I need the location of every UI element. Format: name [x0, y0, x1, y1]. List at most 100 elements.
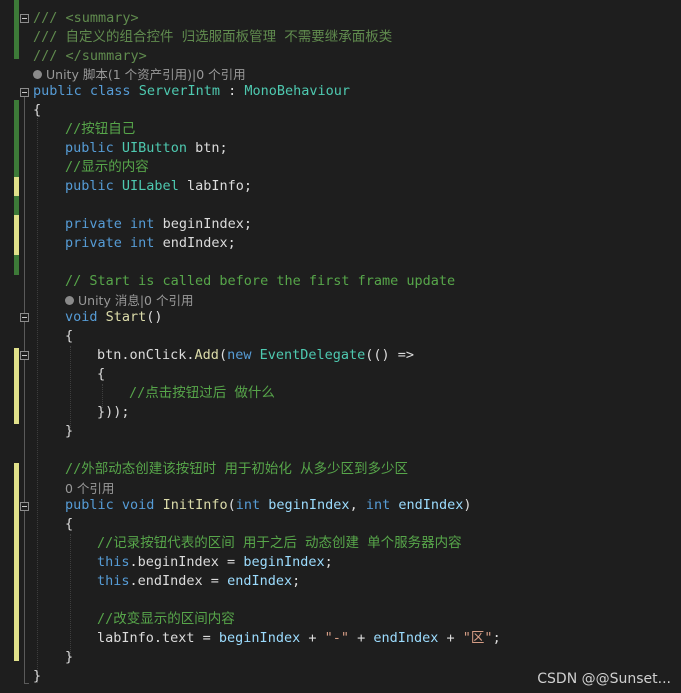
- parameter: beginIndex: [218, 630, 301, 646]
- keyword: int: [235, 497, 261, 513]
- keyword: void: [121, 497, 155, 513]
- code-line[interactable]: /// <summary>: [33, 9, 139, 28]
- brace: {: [65, 516, 74, 532]
- keyword: class: [89, 83, 131, 99]
- code-line[interactable]: public UILabel labInfo;: [65, 177, 252, 196]
- code-line[interactable]: {: [97, 365, 105, 384]
- doc-comment: /// </summary>: [33, 48, 147, 64]
- type-name: UIButton: [121, 140, 187, 156]
- code-line[interactable]: public void InitInfo(int beginIndex, int…: [65, 496, 472, 515]
- keyword: private: [65, 216, 122, 232]
- code-line[interactable]: //显示的内容: [65, 158, 149, 177]
- comment: //记录按钮代表的区间 用于之后 动态创建 单个服务器内容: [97, 535, 462, 551]
- change-bar: [14, 348, 19, 424]
- punctuation: ;: [492, 630, 501, 646]
- code-line[interactable]: }: [65, 422, 73, 441]
- punctuation: ): [463, 497, 472, 513]
- identifier: btn;: [186, 140, 228, 156]
- operator: +: [348, 630, 374, 646]
- method-name: Add: [194, 347, 219, 363]
- code-line[interactable]: public class ServerIntm : MonoBehaviour: [33, 82, 350, 101]
- keyword: public: [65, 140, 114, 156]
- identifier: .endIndex =: [129, 573, 228, 589]
- code-line[interactable]: // Start is called before the first fram…: [65, 272, 455, 291]
- keyword: this: [97, 554, 130, 570]
- fold-toggle[interactable]: [20, 502, 29, 511]
- string: "区": [462, 630, 493, 646]
- keyword: private: [65, 235, 122, 251]
- comment: //按钮自己: [65, 121, 136, 137]
- change-bar: [14, 215, 19, 255]
- unity-icon: [33, 70, 42, 79]
- code-line[interactable]: }));: [97, 403, 130, 422]
- change-bar: [14, 177, 19, 196]
- code-line[interactable]: this.endIndex = endIndex;: [97, 572, 300, 591]
- codelens-text[interactable]: 0 个引用: [65, 481, 114, 496]
- punctuation: :: [219, 83, 245, 99]
- code-line[interactable]: //外部动态创建该按钮时 用于初始化 从多少区到多少区: [65, 460, 408, 479]
- type-name: int: [130, 235, 155, 251]
- code-line[interactable]: btn.onClick.Add(new EventDelegate(() =>: [97, 346, 414, 365]
- comment: //改变显示的区间内容: [97, 611, 235, 627]
- identifier: endIndex;: [154, 235, 236, 251]
- keyword: new: [227, 347, 252, 363]
- type-name: EventDelegate: [259, 347, 366, 363]
- code-line[interactable]: }: [33, 667, 41, 686]
- doc-comment: /// <summary>: [33, 10, 139, 26]
- code-line[interactable]: }: [65, 648, 73, 667]
- brace: {: [65, 328, 74, 344]
- change-bar: [14, 463, 19, 661]
- code-line[interactable]: labInfo.text = beginIndex + "-" + endInd…: [97, 629, 501, 648]
- keyword: void: [65, 309, 98, 325]
- code-line[interactable]: //按钮自己: [65, 120, 135, 139]
- keyword: public: [33, 83, 82, 99]
- change-bar: [14, 0, 19, 59]
- doc-comment: /// 自定义的组合控件 归选服面板管理 不需要继承面板类: [33, 29, 393, 45]
- fold-toggle[interactable]: [20, 313, 29, 322]
- parameter: endIndex: [373, 630, 439, 646]
- code-line[interactable]: {: [65, 515, 73, 534]
- code-line[interactable]: //记录按钮代表的区间 用于之后 动态创建 单个服务器内容: [97, 534, 462, 553]
- fold-toggle[interactable]: [20, 351, 29, 360]
- method-name: Start: [105, 309, 147, 325]
- code-line[interactable]: {: [65, 327, 73, 346]
- brace: }));: [97, 404, 130, 420]
- code-line[interactable]: private int endIndex;: [65, 234, 236, 253]
- code-line[interactable]: {: [33, 101, 41, 120]
- code-line[interactable]: this.beginIndex = beginIndex;: [97, 553, 333, 572]
- keyword: int: [365, 497, 391, 513]
- brace: {: [97, 366, 106, 382]
- indent-guide: [70, 346, 72, 430]
- identifier: btn.onClick.: [97, 347, 195, 363]
- code-line[interactable]: private int beginIndex;: [65, 215, 252, 234]
- code-line[interactable]: //点击按钮过后 做什么: [129, 384, 275, 403]
- brace: }: [65, 423, 74, 439]
- code-line[interactable]: /// 自定义的组合控件 归选服面板管理 不需要继承面板类: [33, 28, 392, 47]
- comment: // Start is called before the first fram…: [65, 273, 456, 289]
- parameter: beginIndex: [268, 497, 350, 513]
- editor-gutter: [0, 0, 33, 693]
- type-name: int: [130, 216, 155, 232]
- brace: {: [33, 102, 42, 118]
- code-line[interactable]: public UIButton btn;: [65, 139, 228, 158]
- class-name: ServerIntm: [138, 83, 220, 99]
- fold-toggle[interactable]: [20, 14, 29, 23]
- keyword: public: [65, 497, 114, 513]
- parameter: endIndex: [398, 497, 464, 513]
- method-name: InitInfo: [162, 497, 228, 513]
- code-line[interactable]: void Start(): [65, 308, 163, 327]
- comment: //外部动态创建该按钮时 用于初始化 从多少区到多少区: [65, 461, 409, 477]
- comment: //点击按钮过后 做什么: [129, 385, 275, 401]
- string: "-": [324, 630, 349, 646]
- codelens-text[interactable]: Unity 消息|0 个引用: [78, 293, 193, 308]
- comment: //显示的内容: [65, 159, 149, 175]
- codelens-text[interactable]: Unity 脚本(1 个资产引用)|0 个引用: [46, 67, 246, 82]
- code-line[interactable]: //改变显示的区间内容: [97, 610, 235, 629]
- identifier: .beginIndex =: [129, 554, 244, 570]
- fold-toggle[interactable]: [20, 88, 29, 97]
- keyword: public: [65, 178, 114, 194]
- brace: }: [33, 668, 42, 684]
- unity-icon: [65, 296, 74, 305]
- punctuation: ;: [324, 554, 333, 570]
- code-line[interactable]: /// </summary>: [33, 47, 147, 66]
